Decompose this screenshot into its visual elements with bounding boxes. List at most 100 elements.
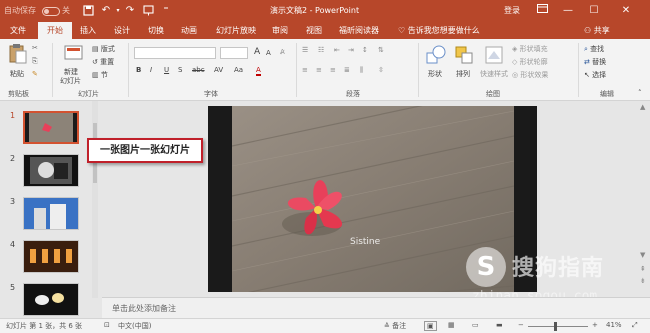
shape-outline-button[interactable]: ◇ 形状轮廓 [512,57,548,67]
redo-icon[interactable]: ↷ [124,5,136,17]
close-icon[interactable]: ✕ [614,0,638,22]
font-color-button[interactable]: A [256,66,261,76]
align-text-icon[interactable]: ⇳ [378,66,384,74]
find-button[interactable]: ⌕ 查找 [584,44,604,54]
strikethrough-button[interactable]: abc [192,66,205,74]
autosave-label: 自动保存 [4,6,36,15]
paragraph-group-label: 段落 [346,90,360,98]
tab-view[interactable]: 视图 [302,22,326,39]
slide-thumbnail-2[interactable] [23,154,79,187]
fit-to-window-icon[interactable]: ⤢ [632,321,638,330]
line-spacing-icon[interactable]: ↕ [362,46,368,54]
zoom-in-icon[interactable]: + [592,321,598,329]
thumbnail-scrollbar[interactable] [92,101,98,298]
reading-view-icon[interactable]: ▭ [472,321,479,329]
paste-icon[interactable] [8,43,27,64]
undo-icon[interactable]: ↶ [100,5,112,17]
previous-slide-icon[interactable]: ⇞ [640,265,646,273]
layout-button[interactable]: ▤ 版式 [92,44,115,54]
italic-button[interactable]: I [150,66,152,74]
share-button[interactable]: ⚇ 共享 [584,22,610,39]
shrink-font-button[interactable]: A [266,49,271,57]
notes-pane[interactable]: 单击此处添加备注 [102,297,650,318]
slide-thumbnail-4[interactable] [23,240,79,273]
tab-design[interactable]: 设计 [110,22,134,39]
spellcheck-icon[interactable]: ⊡ [104,321,110,329]
text-direction-icon[interactable]: ⇅ [378,46,384,54]
increase-indent-icon[interactable]: ⇥ [348,46,354,54]
char-spacing-button[interactable]: AV [214,66,223,74]
bold-button[interactable]: B [136,66,141,74]
justify-icon[interactable]: ≣ [344,66,350,74]
shadow-button[interactable]: S [178,66,182,74]
customize-icon[interactable]: ⁼ [160,5,172,17]
copy-icon[interactable]: ⎘ [32,57,38,66]
shape-fill-button[interactable]: ◈ 形状填充 [512,44,548,54]
slideshow-view-icon[interactable]: ▬ [496,321,503,329]
tab-slideshow[interactable]: 幻灯片放映 [213,22,259,39]
start-slideshow-icon[interactable] [142,5,154,17]
scroll-up-icon[interactable]: ▲ [640,103,645,111]
slide-thumbnail-5[interactable] [23,283,79,316]
notes-button[interactable]: ≙ 备注 [384,321,406,331]
restore-ribbon-icon[interactable] [530,0,554,22]
search-icon: ⌕ [584,45,588,53]
save-icon[interactable] [82,5,94,17]
watermark-brand: 搜狗指南 [512,256,605,281]
undo-dropdown-icon[interactable]: ▾ [112,5,124,17]
tab-review[interactable]: 审阅 [268,22,292,39]
grow-font-button[interactable]: A [254,47,260,57]
zoom-level[interactable]: 41% [606,321,622,329]
zoom-out-icon[interactable]: − [518,321,524,329]
slide-number: 3 [10,197,16,206]
tab-foxit-reader[interactable]: 福昕阅读器 [336,22,382,39]
login-link[interactable]: 登录 [504,0,520,22]
slide-number: 1 [10,111,16,120]
slide-sorter-icon[interactable]: ▦ [448,321,455,329]
new-slide-icon[interactable] [64,45,83,63]
slides-group-label: 幻灯片 [78,90,99,98]
align-right-icon[interactable]: ≡ [330,66,336,74]
select-button[interactable]: ↖ 选择 [584,70,606,80]
tab-transitions[interactable]: 切换 [144,22,168,39]
slide-thumbnail-1[interactable] [23,111,79,144]
clear-format-icon[interactable]: A̷ [280,48,285,56]
align-left-icon[interactable]: ≡ [302,66,308,74]
cut-icon[interactable]: ✂ [32,44,38,52]
next-slide-icon[interactable]: ⇟ [640,277,646,285]
maximize-icon[interactable]: ☐ [582,0,606,22]
quick-styles-icon[interactable] [484,45,503,64]
shape-effects-button[interactable]: ◎ 形状效果 [512,70,548,80]
normal-view-icon[interactable]: ▣ [424,321,437,331]
tab-home[interactable]: 开始 [38,22,72,39]
language-indicator[interactable]: 中文(中国) [118,321,151,331]
numbering-icon[interactable]: ☷ [318,46,324,54]
change-case-button[interactable]: Aa [234,66,243,74]
autosave-toggle[interactable] [42,7,60,16]
columns-icon[interactable]: ⫼ [360,66,363,75]
minimize-icon[interactable]: — [556,0,580,22]
font-size-input[interactable] [220,47,248,59]
collapse-ribbon-icon[interactable]: ˄ [638,89,642,97]
font-name-input[interactable] [134,47,216,59]
arrange-icon[interactable] [454,45,473,64]
section-button[interactable]: ▥ 节 [92,70,108,80]
zoom-slider[interactable] [528,326,588,327]
format-painter-icon[interactable]: ✎ [32,70,38,78]
zoom-slider-thumb[interactable] [554,322,557,331]
tellme-search[interactable]: ♡ 告诉我您想要做什么 [398,22,480,39]
tab-insert[interactable]: 插入 [76,22,100,39]
shapes-icon[interactable] [426,45,446,64]
slide-thumbnail-3[interactable] [23,197,79,230]
reset-button[interactable]: ↺ 重置 [92,57,114,67]
scroll-down-icon[interactable]: ▼ [640,251,645,259]
replace-button[interactable]: ⇄ 替换 [584,57,606,67]
bullets-icon[interactable]: ☰ [302,46,308,54]
decrease-indent-icon[interactable]: ⇤ [334,46,340,54]
editor-scrollbar[interactable]: ▲ ▼ ⇞ ⇟ [638,101,650,297]
replace-icon: ⇄ [584,58,590,66]
underline-button[interactable]: U [164,66,169,74]
tab-file[interactable]: 文件 [6,22,30,39]
tab-animations[interactable]: 动画 [177,22,201,39]
align-center-icon[interactable]: ≡ [316,66,322,74]
